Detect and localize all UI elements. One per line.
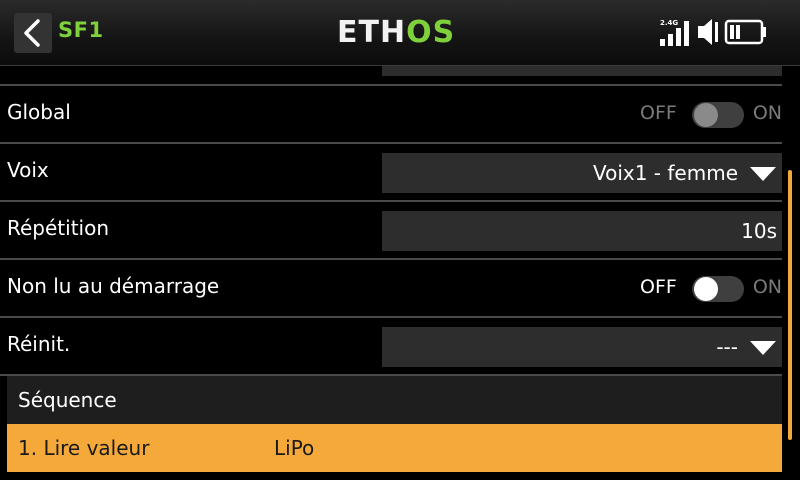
sequence-item[interactable]: 1. Lire valeur LiPo	[7, 424, 782, 472]
setting-row-voix[interactable]: Voix Voix1 - femme	[0, 144, 782, 202]
setting-label: Global	[7, 100, 71, 124]
setting-row-repetition[interactable]: Répétition 10s	[0, 202, 782, 260]
toggle-track[interactable]	[692, 102, 744, 128]
dropdown-arrow-icon	[750, 341, 776, 355]
settings-list: Global OFF ON Voix Voix1 - femme Répétit…	[0, 66, 800, 480]
toggle-on-label: ON	[752, 276, 782, 298]
sequence-item-action: 1. Lire valeur	[18, 436, 150, 460]
toggle-knob	[694, 103, 718, 127]
dropdown-arrow-icon	[750, 167, 776, 181]
reset-dropdown[interactable]: ---	[382, 327, 782, 367]
sequence-item-value: LiPo	[274, 436, 315, 460]
back-button[interactable]	[14, 13, 52, 53]
battery-icon	[724, 19, 766, 45]
toggle-on-label: ON	[752, 102, 782, 124]
setting-label: Répétition	[7, 216, 110, 240]
setting-row-global[interactable]: Global OFF ON	[0, 86, 782, 144]
sequence-header: Séquence	[7, 376, 782, 424]
status-icons: 2.4G	[660, 17, 790, 47]
setting-row-reset[interactable]: Réinit. ---	[0, 318, 782, 376]
row-divider	[0, 66, 782, 86]
top-bar: SF1 ETHOS 2.4G	[0, 0, 800, 66]
chevron-left-icon	[24, 19, 40, 47]
setting-label: Réinit.	[7, 332, 71, 356]
dropdown-value: ---	[716, 335, 738, 359]
speaker-icon	[698, 19, 718, 45]
sequence-title: Séquence	[18, 388, 117, 412]
setting-label: Non lu au démarrage	[7, 274, 220, 298]
signal-icon: 2.4G	[660, 19, 689, 46]
ethos-logo: ETHOS	[337, 15, 456, 50]
setting-row-skip-on-startup[interactable]: Non lu au démarrage OFF ON	[0, 260, 782, 318]
dropdown-value: Voix1 - femme	[592, 161, 738, 185]
voice-dropdown[interactable]: Voix1 - femme	[382, 153, 782, 193]
skip-on-startup-toggle[interactable]: OFF ON	[622, 274, 782, 304]
toggle-off-label: OFF	[640, 276, 677, 298]
global-toggle[interactable]: OFF ON	[622, 100, 782, 130]
setting-label: Voix	[7, 158, 49, 182]
page-title: SF1	[58, 18, 104, 42]
field-value: 10s	[741, 219, 777, 243]
signal-label: 2.4G	[660, 19, 678, 27]
toggle-off-label: OFF	[640, 102, 677, 124]
toggle-knob	[694, 277, 718, 301]
toggle-track[interactable]	[692, 276, 744, 302]
repetition-field[interactable]: 10s	[382, 211, 782, 251]
scrollbar[interactable]	[788, 170, 792, 440]
